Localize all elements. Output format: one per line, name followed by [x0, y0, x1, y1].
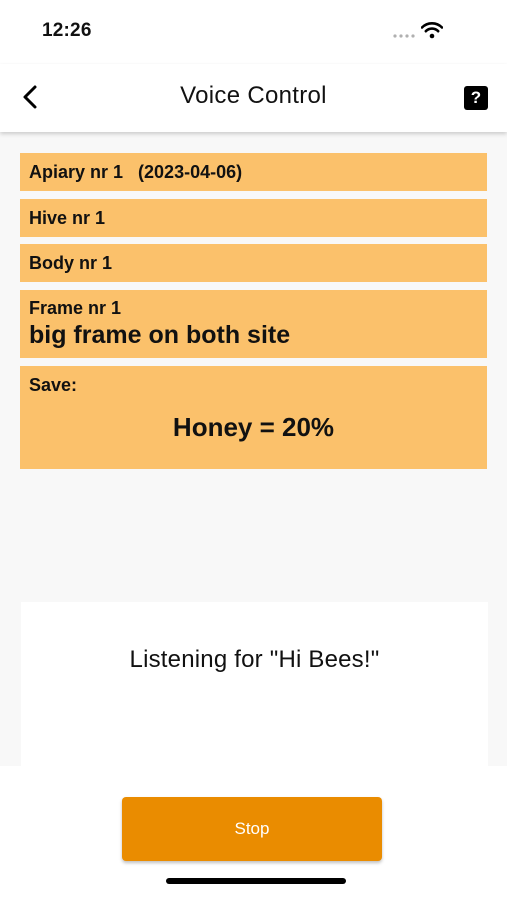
save-label: Save: [29, 375, 78, 395]
page-title: Voice Control [180, 82, 327, 109]
status-bar: 12:26 [0, 0, 507, 64]
frame-label: Frame nr 1 [29, 298, 122, 318]
apiary-card: Apiary nr 1 (2023-04-06) [20, 153, 487, 191]
body-label: Body nr 1 [29, 253, 113, 273]
frame-description: big frame on both site [29, 321, 291, 349]
frame-card: Frame nr 1 big frame on both site [20, 290, 487, 358]
bottom-action-area: Stop [0, 766, 507, 900]
body-card: Body nr 1 [20, 244, 487, 282]
home-indicator [166, 878, 346, 884]
save-value: Honey = 20% [172, 412, 335, 442]
question-mark-icon[interactable]: ? [464, 86, 488, 110]
hive-label: Hive nr 1 [29, 208, 106, 228]
listening-panel: Listening for "Hi Bees!" [21, 602, 488, 766]
apiary-label: Apiary nr 1 (2023-04-06) [29, 162, 243, 182]
signal-dots-icon [393, 34, 415, 38]
save-card: Save: Honey = 20% [20, 366, 487, 469]
nav-bar: Voice Control ? [0, 64, 507, 132]
status-time: 12:26 [42, 20, 92, 41]
wifi-icon [421, 22, 443, 39]
stop-button[interactable]: Stop [122, 797, 382, 861]
hive-card: Hive nr 1 [20, 199, 487, 237]
listening-status: Listening for "Hi Bees!" [129, 646, 380, 673]
